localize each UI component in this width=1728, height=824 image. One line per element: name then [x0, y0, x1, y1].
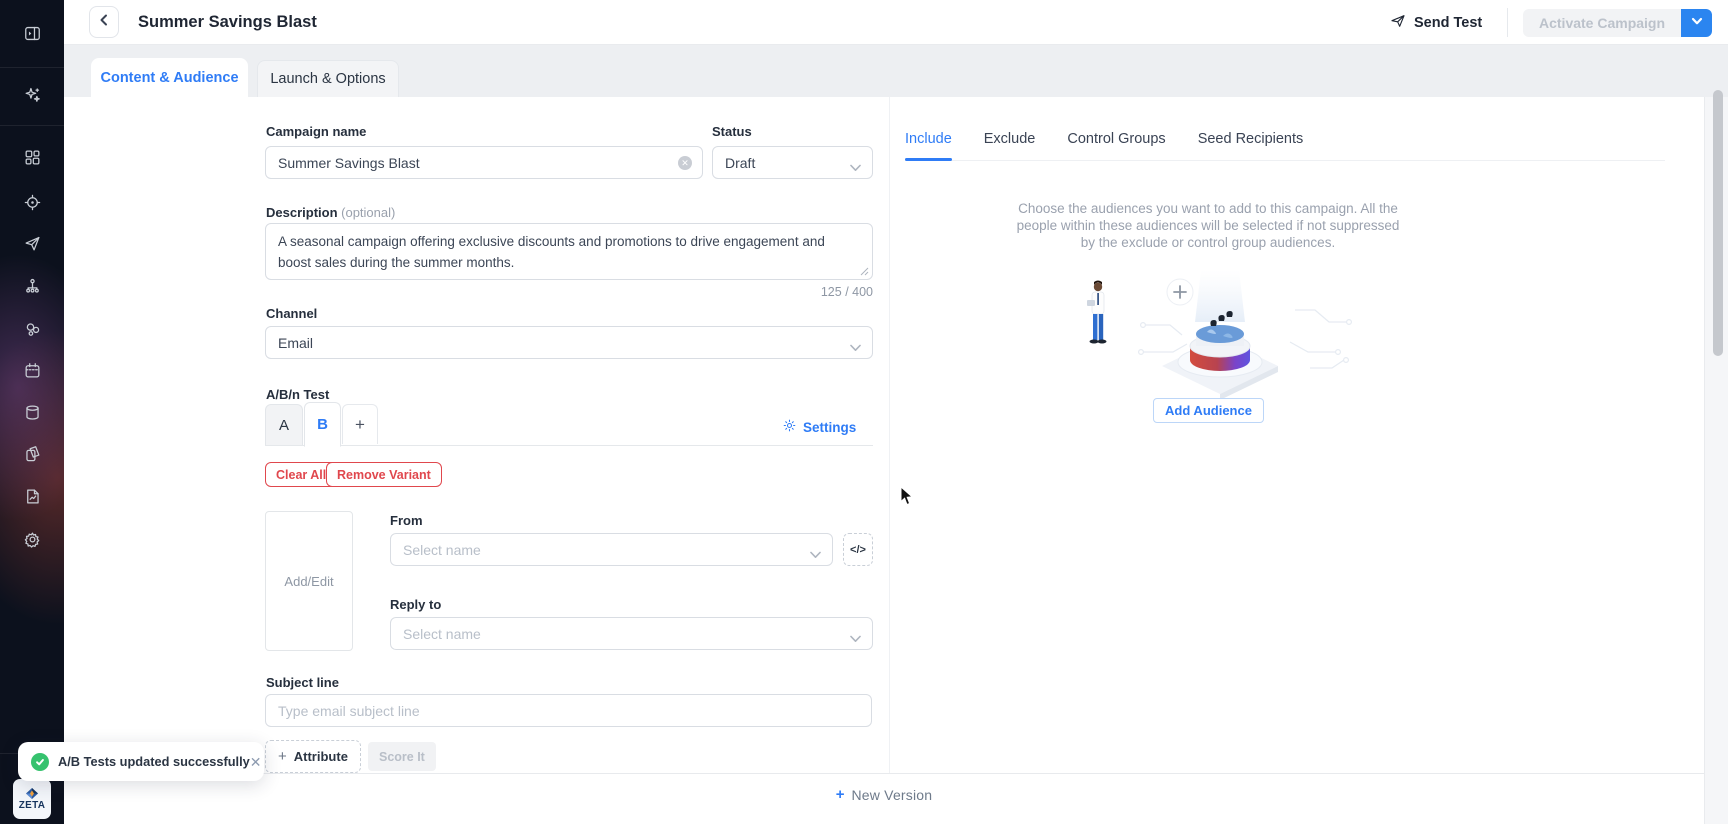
- add-attribute-button[interactable]: + Attribute: [265, 740, 361, 773]
- abn-test-label: A/B/n Test: [266, 387, 329, 402]
- remove-variant-button[interactable]: Remove Variant: [326, 462, 442, 487]
- description-field-wrap: A seasonal campaign offering exclusive d…: [265, 223, 873, 280]
- dashboard-icon[interactable]: [23, 148, 42, 167]
- footer-divider: [64, 773, 1704, 774]
- channel-label: Channel: [266, 306, 317, 321]
- status-label: Status: [712, 124, 752, 139]
- new-version-button[interactable]: + New Version: [836, 786, 933, 803]
- reports-icon[interactable]: [23, 487, 42, 506]
- from-select[interactable]: Select name: [390, 533, 833, 566]
- chevron-down-icon: [850, 630, 861, 646]
- activate-campaign-button[interactable]: Activate Campaign: [1523, 9, 1681, 37]
- description-textarea[interactable]: A seasonal campaign offering exclusive d…: [266, 224, 872, 279]
- add-edit-creative-button[interactable]: Add/Edit: [265, 511, 353, 651]
- audience-tab-seed-recipients[interactable]: Seed Recipients: [1198, 131, 1304, 147]
- description-label: Description (optional): [266, 205, 395, 220]
- add-audience-button[interactable]: Add Audience: [1153, 398, 1264, 423]
- zeta-diamond-icon: [26, 788, 38, 799]
- success-check-icon: [31, 753, 49, 771]
- variant-tab-a[interactable]: A: [265, 404, 303, 445]
- audience-tab-include[interactable]: Include: [905, 131, 952, 147]
- journeys-icon[interactable]: [23, 276, 42, 295]
- tab-launch-options[interactable]: Launch & Options: [257, 60, 399, 97]
- reply-to-label: Reply to: [390, 597, 441, 612]
- ab-settings-link[interactable]: Settings: [782, 418, 856, 436]
- campaign-editor-app: Content & Audience Launch & Options Summ…: [0, 0, 1728, 824]
- person-figure: [1087, 281, 1107, 344]
- subject-line-label: Subject line: [266, 675, 339, 690]
- channel-select[interactable]: Email: [265, 326, 873, 359]
- character-counter: 125 / 400: [265, 285, 873, 299]
- back-button[interactable]: [89, 6, 119, 38]
- activate-dropdown-button[interactable]: [1681, 9, 1712, 37]
- subject-line-input[interactable]: [266, 695, 871, 726]
- ai-sparkles-icon[interactable]: [23, 85, 42, 104]
- clear-input-icon[interactable]: ✕: [678, 156, 692, 170]
- settings-gear-icon[interactable]: [23, 530, 42, 549]
- chevron-down-icon: [850, 159, 861, 175]
- audiences-icon[interactable]: [23, 320, 42, 339]
- header-divider: [1507, 8, 1508, 37]
- collapse-panel-icon[interactable]: [23, 24, 42, 43]
- zeta-logo[interactable]: ZETA: [13, 779, 51, 819]
- toast-close-icon[interactable]: ✕: [250, 755, 262, 769]
- campaign-name-field-wrap: ✕: [265, 146, 703, 179]
- tab-content-audience[interactable]: Content & Audience: [91, 58, 248, 98]
- personalization-code-button[interactable]: </>: [843, 533, 873, 566]
- campaign-name-label: Campaign name: [266, 124, 366, 139]
- data-icon[interactable]: [23, 403, 42, 422]
- audience-tab-control-groups[interactable]: Control Groups: [1067, 131, 1165, 147]
- from-label: From: [390, 513, 423, 528]
- plus-circle-icon: [1167, 279, 1193, 305]
- plus-icon: +: [278, 748, 287, 765]
- reply-to-select[interactable]: Select name: [390, 617, 873, 650]
- audience-tabs: Include Exclude Control Groups Seed Reci…: [905, 131, 1665, 161]
- templates-icon[interactable]: [23, 444, 42, 463]
- chevron-down-icon: [810, 546, 821, 562]
- status-select[interactable]: Draft: [712, 146, 873, 179]
- audience-illustration: [1085, 270, 1355, 398]
- activate-campaign-group: Activate Campaign: [1523, 9, 1712, 37]
- chevron-down-icon: [1691, 14, 1703, 32]
- chevron-left-icon: [98, 13, 110, 31]
- target-icon[interactable]: [23, 193, 42, 212]
- variant-tab-b[interactable]: B: [304, 402, 341, 447]
- gear-icon: [782, 418, 797, 436]
- chevron-down-icon: [850, 339, 861, 355]
- plus-icon: +: [836, 786, 845, 803]
- add-variant-tab[interactable]: +: [342, 404, 378, 444]
- top-header: Summer Savings Blast Send Test Activate …: [64, 0, 1728, 45]
- toast-notification: A/B Tests updated successfully ✕: [18, 742, 264, 781]
- calendar-icon[interactable]: [23, 361, 42, 380]
- send-campaigns-icon[interactable]: [23, 234, 42, 253]
- send-test-button[interactable]: Send Test: [1390, 0, 1482, 45]
- campaign-name-input[interactable]: [266, 147, 702, 178]
- footer: + New Version: [64, 786, 1704, 804]
- audience-description: Choose the audiences you want to add to …: [1010, 200, 1406, 251]
- toast-message: A/B Tests updated successfully: [58, 754, 250, 769]
- panel-divider: [889, 97, 890, 773]
- score-it-button[interactable]: Score It: [368, 742, 436, 771]
- page-title: Summer Savings Blast: [138, 0, 317, 45]
- audience-tab-exclude[interactable]: Exclude: [984, 131, 1036, 147]
- subject-field-wrap: [265, 694, 872, 727]
- sidebar-nav: ZETA: [0, 0, 64, 824]
- paper-plane-icon: [1390, 13, 1406, 33]
- vertical-scrollbar[interactable]: [1713, 90, 1723, 356]
- variant-tabs-divider: [265, 445, 873, 446]
